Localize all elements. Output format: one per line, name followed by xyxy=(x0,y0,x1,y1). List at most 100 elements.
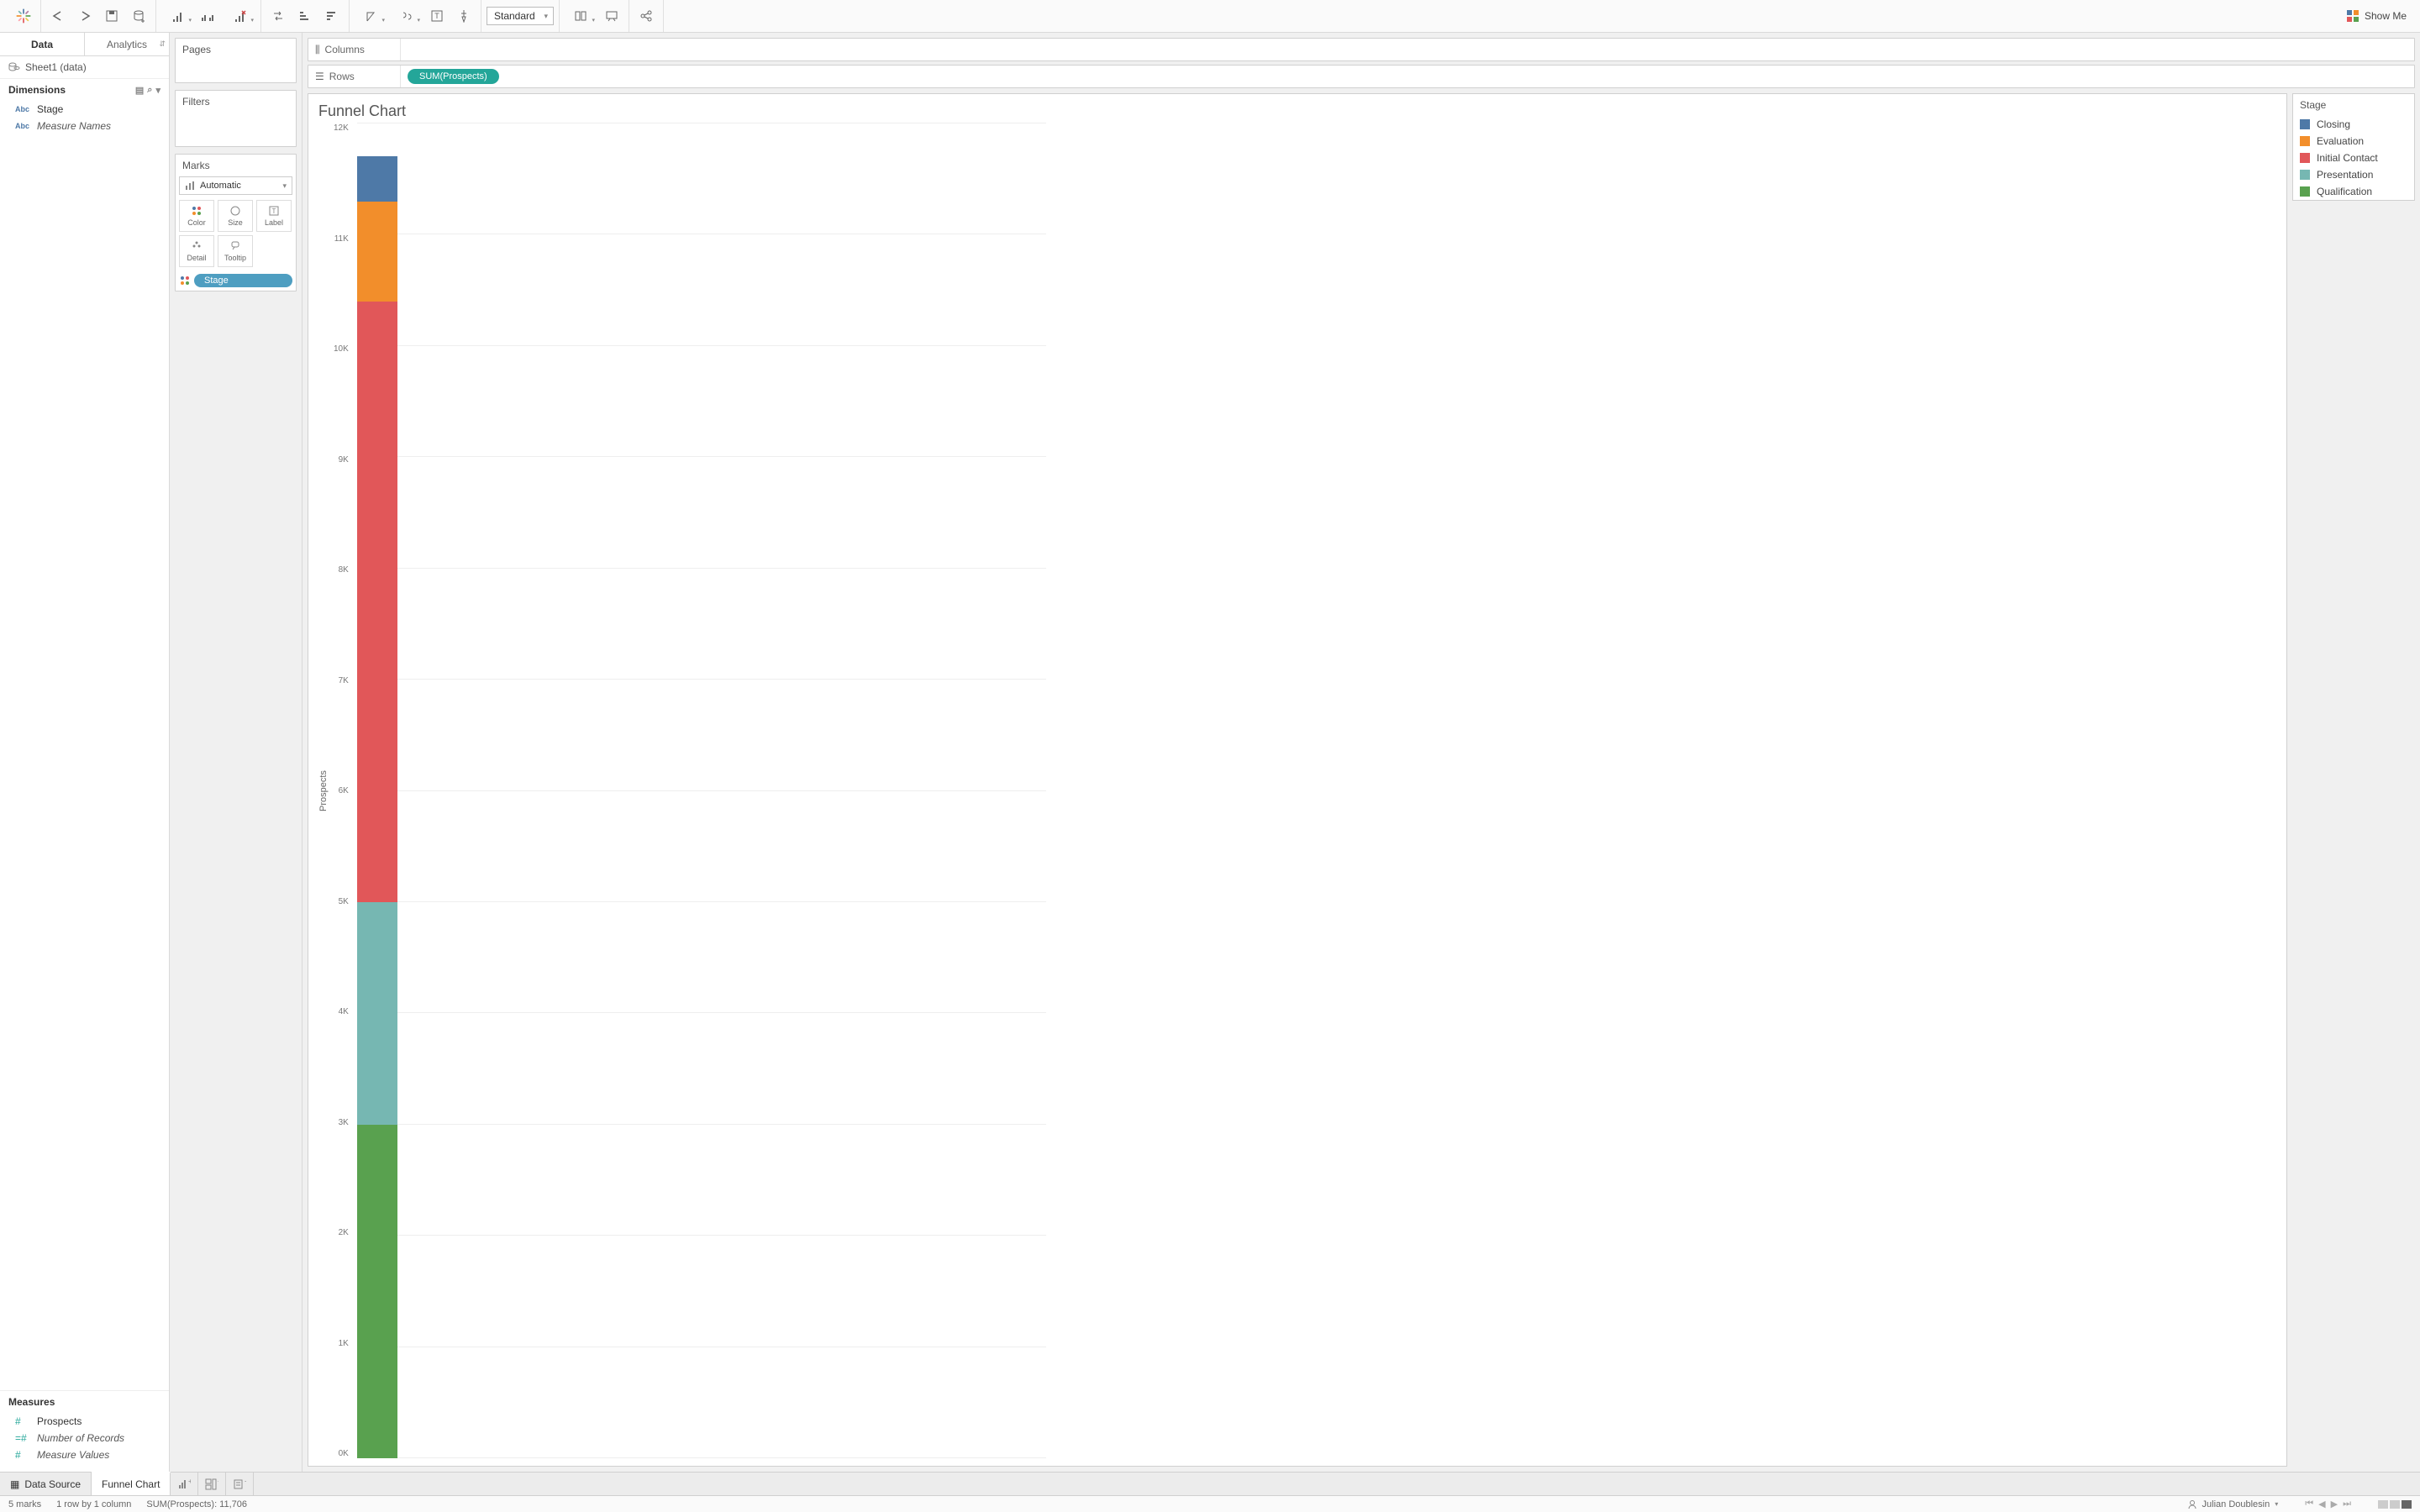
field-number-of-records[interactable]: =#Number of Records xyxy=(0,1430,169,1446)
sheet-tab-funnel-chart[interactable]: Funnel Chart xyxy=(92,1472,171,1495)
search-fields-icon[interactable]: ⌕ xyxy=(147,85,152,96)
sheet-tab-bar: ▦Data Source Funnel Chart + + + xyxy=(0,1472,2420,1495)
view-mode-grid[interactable] xyxy=(2378,1500,2388,1509)
color-icon xyxy=(179,275,191,286)
mark-detail[interactable]: Detail xyxy=(179,235,214,267)
y-axis-ticks: 12K11K10K9K8K7K6K5K4K3K2K1K0K xyxy=(330,123,352,1458)
datasource-row[interactable]: Sheet1 (data) xyxy=(0,56,169,78)
sheet-nav[interactable]: ⏮◀▶⏭ xyxy=(2305,1499,2351,1509)
sort-asc-button[interactable] xyxy=(293,4,317,28)
highlight-button[interactable]: ▾ xyxy=(355,4,387,28)
mark-type-dropdown[interactable]: Automatic xyxy=(179,176,292,195)
clear-button[interactable]: ▾ xyxy=(224,4,255,28)
bar-segment-presentation[interactable] xyxy=(357,902,397,1125)
legend-swatch xyxy=(2300,186,2310,197)
type-icon: Abc xyxy=(15,122,30,130)
filters-card[interactable]: Filters xyxy=(175,90,297,147)
legend-item-qualification[interactable]: Qualification xyxy=(2293,183,2414,200)
viz-title[interactable]: Funnel Chart xyxy=(317,102,2278,120)
legend-title: Stage xyxy=(2293,94,2414,116)
bar-segment-qualification[interactable] xyxy=(357,1125,397,1458)
legend-item-presentation[interactable]: Presentation xyxy=(2293,166,2414,183)
field-stage[interactable]: Abc Stage xyxy=(0,101,169,118)
legend-card[interactable]: Stage Closing EvaluationInitial Contact Pr… xyxy=(2292,93,2415,201)
bar-icon xyxy=(185,181,195,191)
show-cards-button[interactable]: ▾ xyxy=(565,4,597,28)
bar-segment-initial-contact[interactable] xyxy=(357,302,397,902)
status-marks: 5 marks xyxy=(8,1499,41,1509)
pin-button[interactable] xyxy=(452,4,476,28)
field-label: Prospects xyxy=(37,1415,82,1427)
new-data-source-button[interactable] xyxy=(127,4,150,28)
type-icon: # xyxy=(15,1415,30,1427)
duplicate-button[interactable] xyxy=(197,4,220,28)
field-label: Number of Records xyxy=(37,1432,124,1444)
legend-label: Closing xyxy=(2317,118,2350,130)
dimensions-header: Dimensions xyxy=(8,84,66,96)
presentation-button[interactable] xyxy=(600,4,623,28)
sort-desc-button[interactable] xyxy=(320,4,344,28)
top-toolbar: ▾ ▾ ▾ ▾ T Standard ▾ Show Me xyxy=(0,0,2420,33)
legend-item-closing[interactable]: Closing xyxy=(2293,116,2414,133)
show-me-label: Show Me xyxy=(2365,10,2407,22)
legend-swatch xyxy=(2300,170,2310,180)
mark-label[interactable]: TLabel xyxy=(256,200,292,232)
mark-tooltip[interactable]: Tooltip xyxy=(218,235,253,267)
svg-text:+: + xyxy=(245,1478,246,1485)
columns-shelf[interactable]: ⫼Columns xyxy=(308,38,2415,61)
fit-dropdown[interactable]: Standard xyxy=(487,7,554,25)
color-pill-stage[interactable]: Stage xyxy=(194,274,292,287)
new-dashboard-tab[interactable]: + xyxy=(198,1473,226,1495)
new-worksheet-tab[interactable]: + xyxy=(171,1473,198,1495)
field-measure-names[interactable]: Abc Measure Names xyxy=(0,118,169,134)
legend-label: Presentation xyxy=(2317,169,2373,181)
undo-button[interactable] xyxy=(46,4,70,28)
y-axis-label: Prospects xyxy=(317,123,330,1458)
labels-button[interactable]: T xyxy=(425,4,449,28)
measures-header: Measures xyxy=(8,1396,55,1408)
view-mode-single[interactable] xyxy=(2402,1500,2412,1509)
user-menu[interactable]: Julian Doublesin▾ xyxy=(2187,1499,2279,1509)
detail-icon xyxy=(191,240,203,252)
type-icon: Abc xyxy=(15,105,30,113)
size-icon xyxy=(229,205,241,217)
fields-menu-icon[interactable]: ▾ xyxy=(155,85,160,96)
new-worksheet-button[interactable]: ▾ xyxy=(161,4,193,28)
field-measure-values[interactable]: #Measure Values xyxy=(0,1446,169,1463)
analytics-tab[interactable]: Analytics⇵ xyxy=(85,33,169,55)
visualization-canvas[interactable]: Funnel Chart Prospects 12K11K10K9K8K7K6K… xyxy=(308,93,2287,1467)
legend-item-initial-contact[interactable]: Initial Contact xyxy=(2293,150,2414,166)
save-button[interactable] xyxy=(100,4,124,28)
legend-swatch xyxy=(2300,136,2310,146)
share-button[interactable] xyxy=(634,4,658,28)
datasource-name: Sheet1 (data) xyxy=(25,61,87,73)
view-as-list-icon[interactable]: ▤ xyxy=(135,85,144,96)
data-source-tab[interactable]: ▦Data Source xyxy=(0,1473,92,1495)
bar-segment-closing[interactable] xyxy=(357,156,397,202)
swap-button[interactable] xyxy=(266,4,290,28)
pages-card[interactable]: Pages xyxy=(175,38,297,83)
new-story-tab[interactable]: + xyxy=(226,1473,254,1495)
group-button[interactable]: ▾ xyxy=(390,4,422,28)
legend-item-evaluation[interactable]: Evaluation xyxy=(2293,133,2414,150)
mark-size[interactable]: Size xyxy=(218,200,253,232)
redo-button[interactable] xyxy=(73,4,97,28)
bar-segment-evaluation[interactable] xyxy=(357,202,397,302)
rows-pill-sum-prospects[interactable]: SUM(Prospects) xyxy=(408,69,499,84)
show-me-button[interactable]: Show Me xyxy=(2339,9,2413,23)
svg-text:T: T xyxy=(434,12,439,20)
field-prospects[interactable]: # Prospects xyxy=(0,1413,169,1430)
field-label: Measure Values xyxy=(37,1449,109,1461)
legend-label: Qualification xyxy=(2317,186,2372,197)
mark-color[interactable]: Color xyxy=(179,200,214,232)
field-label: Measure Names xyxy=(37,120,111,132)
tableau-logo-icon[interactable] xyxy=(12,4,35,28)
chart-plot[interactable] xyxy=(357,123,408,1458)
view-mode-list[interactable] xyxy=(2390,1500,2400,1509)
status-sum: SUM(Prospects): 11,706 xyxy=(146,1499,247,1509)
mark-cell-label: Color xyxy=(187,218,206,227)
rows-shelf[interactable]: ☰Rows SUM(Prospects) xyxy=(308,65,2415,88)
data-tab[interactable]: Data xyxy=(0,33,85,55)
field-label: Stage xyxy=(37,103,63,115)
user-icon xyxy=(2187,1499,2197,1509)
